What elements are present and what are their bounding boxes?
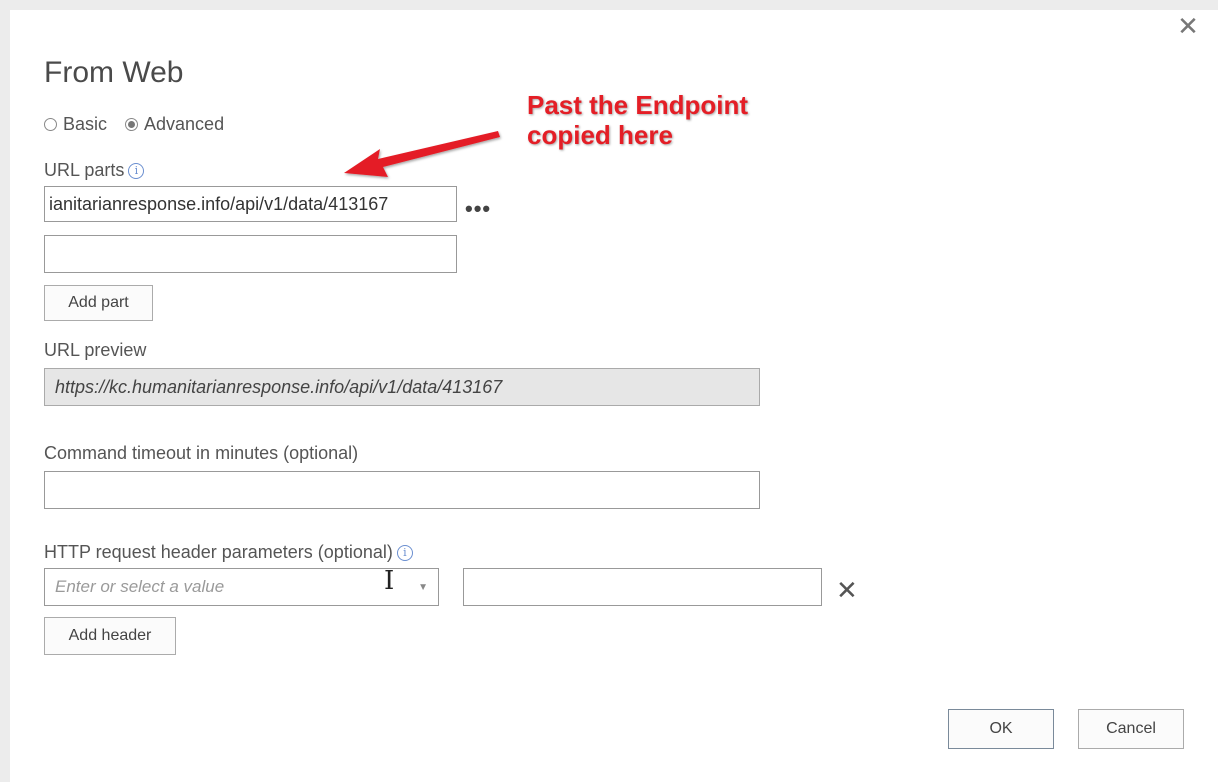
url-preview-label: URL preview bbox=[44, 340, 147, 360]
radio-basic[interactable]: Basic bbox=[44, 114, 107, 135]
annotation-arrow-shape bbox=[344, 131, 500, 177]
timeout-input[interactable] bbox=[44, 471, 760, 509]
annotation-line-1: Past the Endpoint bbox=[527, 90, 748, 120]
header-name-placeholder: Enter or select a value bbox=[55, 577, 225, 596]
radio-basic-label: Basic bbox=[63, 114, 108, 134]
info-icon[interactable]: i bbox=[396, 545, 413, 562]
url-parts-label-row: URL parts i bbox=[44, 160, 145, 181]
from-web-dialog: ✕ From Web Basic Advanced URL partsi •••… bbox=[10, 10, 1218, 782]
chevron-down-icon[interactable]: ▼ bbox=[418, 582, 428, 593]
cancel-button[interactable]: Cancel bbox=[1078, 709, 1184, 749]
ellipsis-icon[interactable]: ••• bbox=[465, 198, 491, 220]
timeout-label: Command timeout in minutes (optional) bbox=[44, 443, 359, 463]
annotation-text: Past the Endpoint copied here bbox=[527, 90, 748, 150]
radio-advanced[interactable]: Advanced bbox=[125, 114, 224, 135]
mode-radio-group: Basic Advanced bbox=[44, 114, 224, 135]
radio-basic-circle[interactable] bbox=[44, 118, 57, 131]
add-header-button[interactable]: Add header bbox=[44, 617, 176, 655]
close-icon[interactable]: ✕ bbox=[836, 577, 858, 603]
annotation-line-2: copied here bbox=[527, 120, 673, 150]
url-part-2-input[interactable] bbox=[44, 235, 457, 273]
headers-label-row: HTTP request header parameters (optional… bbox=[44, 542, 413, 563]
close-icon[interactable]: ✕ bbox=[1176, 13, 1200, 39]
info-icon[interactable]: i bbox=[128, 163, 145, 180]
annotation-arrow-icon bbox=[344, 131, 500, 177]
radio-advanced-label: Advanced bbox=[144, 114, 225, 134]
add-part-button[interactable]: Add part bbox=[44, 285, 153, 321]
header-name-combobox[interactable]: Enter or select a value ▼ bbox=[44, 568, 439, 606]
radio-selected-dot bbox=[128, 121, 136, 128]
radio-advanced-circle[interactable] bbox=[125, 118, 139, 131]
headers-label: HTTP request header parameters (optional… bbox=[44, 542, 393, 562]
text-cursor-icon: I bbox=[384, 566, 395, 596]
dialog-title: From Web bbox=[44, 56, 184, 89]
url-parts-label: URL parts bbox=[44, 160, 125, 180]
header-value-input[interactable] bbox=[463, 568, 822, 606]
ok-button[interactable]: OK bbox=[948, 709, 1054, 749]
url-preview-field: https://kc.humanitarianresponse.info/api… bbox=[44, 368, 760, 406]
